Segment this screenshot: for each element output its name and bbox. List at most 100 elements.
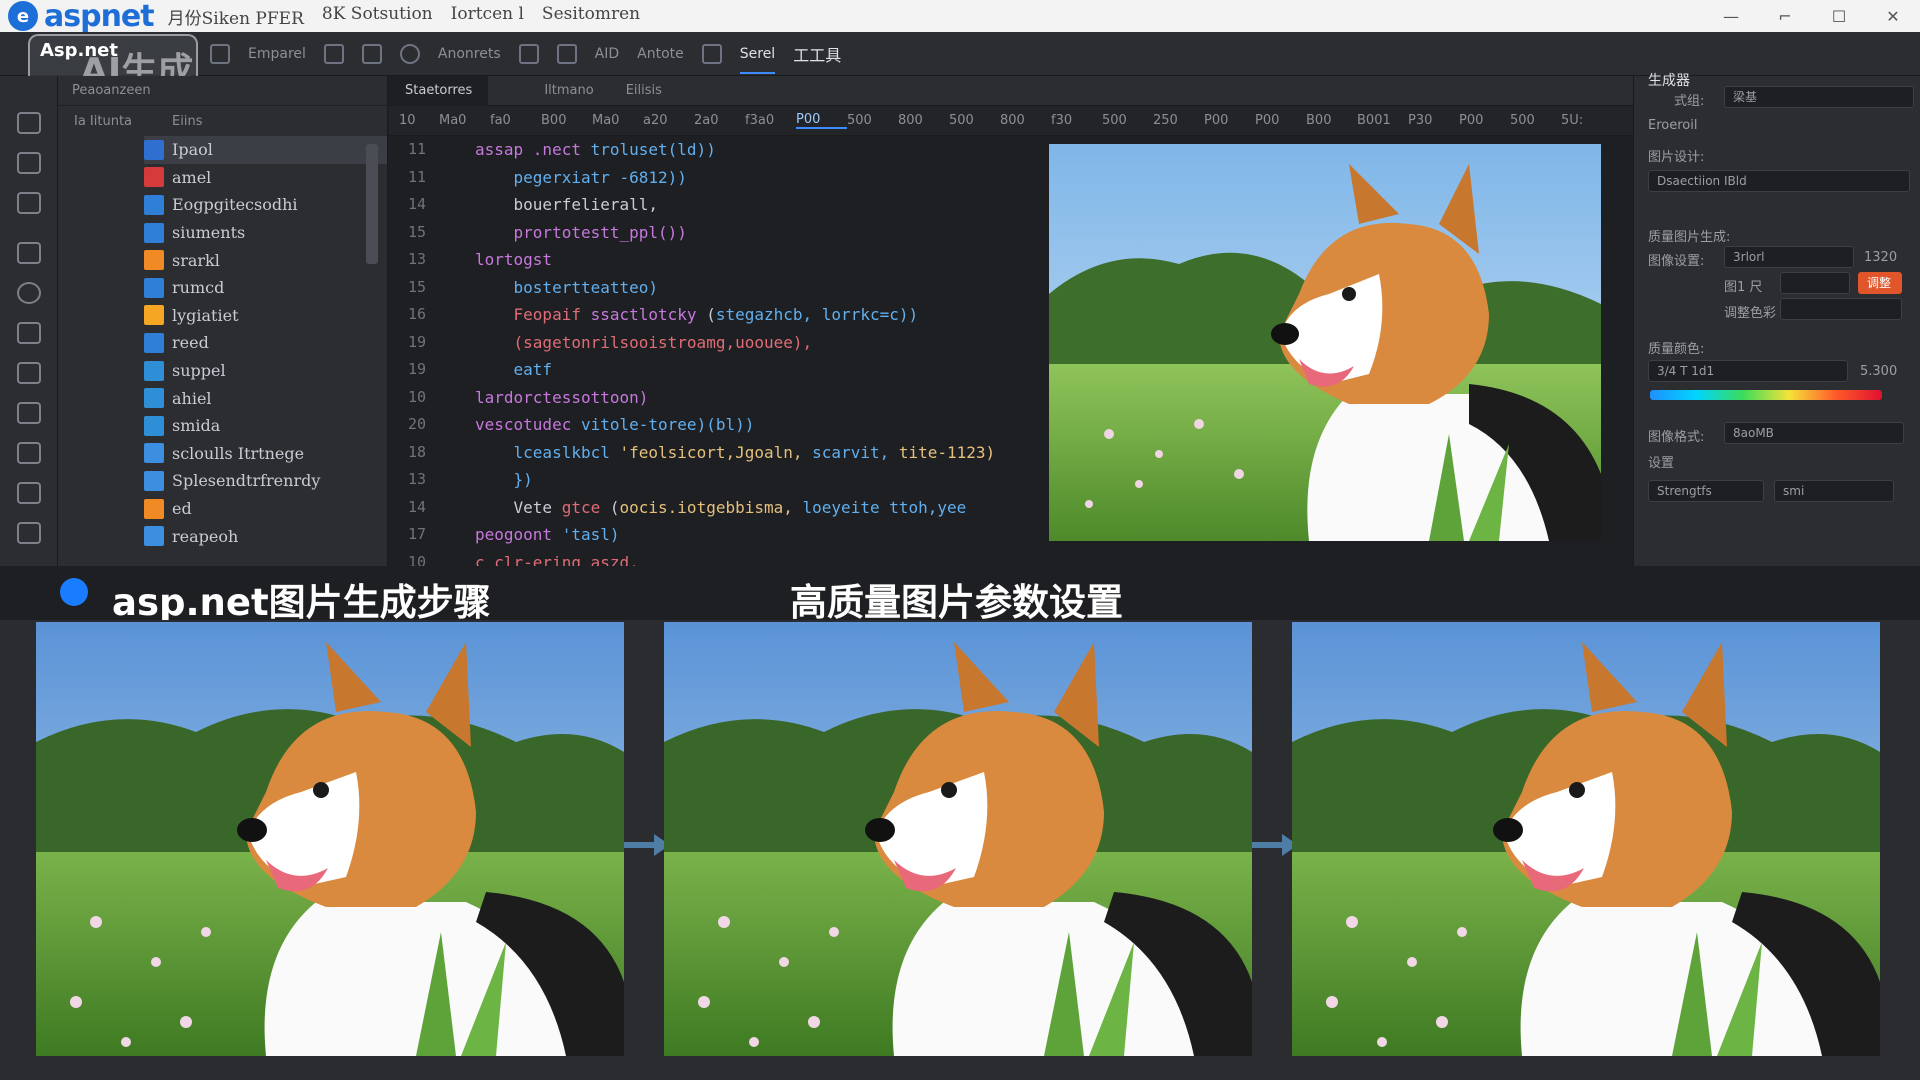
tree-item[interactable]: suppel: [144, 357, 387, 385]
files-icon[interactable]: [17, 112, 41, 134]
format-select[interactable]: 8aoMB: [1724, 422, 1904, 444]
line-number: 13: [407, 470, 427, 488]
tree-item[interactable]: lygiatiet: [144, 302, 387, 330]
style-select[interactable]: 梁基: [1724, 86, 1914, 108]
panel-icon[interactable]: [518, 43, 539, 64]
tree-item[interactable]: ed: [144, 495, 387, 523]
code-line[interactable]: Feopaif ssactlotcky (stegazhcb, lorrkc=c…: [475, 301, 1075, 329]
code-line[interactable]: Vete gtce (oocis.iotgebbisma, loeyeite t…: [475, 494, 1075, 522]
code-line[interactable]: }): [475, 466, 1075, 494]
toolbar-tab-active[interactable]: Serel: [739, 46, 776, 74]
tree-item[interactable]: siuments: [144, 219, 387, 247]
chart-icon[interactable]: [17, 482, 41, 504]
tree-item[interactable]: Splesendtrfrenrdy: [144, 467, 387, 495]
line-number: 18: [407, 442, 427, 461]
ruler-tick: B00: [1306, 113, 1332, 128]
color-gradient-slider[interactable]: [1650, 390, 1882, 400]
file-icon: [144, 470, 164, 491]
menu-item[interactable]: 8K Sotsution: [322, 4, 433, 29]
minimize-button[interactable]: —: [1704, 0, 1758, 32]
res-field[interactable]: 3rlorl: [1724, 246, 1854, 268]
ruler-tick: 2a0: [694, 113, 719, 128]
code-line[interactable]: bostertteatteo): [475, 274, 1075, 302]
image-icon[interactable]: [17, 442, 41, 464]
tree-item[interactable]: Ipaol: [144, 136, 387, 164]
tree-item-label: smida: [172, 416, 221, 436]
window-icon[interactable]: [556, 43, 577, 64]
settings-icon[interactable]: [361, 43, 382, 64]
code-token: prortotestt_ppl()): [475, 222, 687, 242]
ratio-field[interactable]: [1780, 272, 1850, 294]
color-field[interactable]: 3/4 T 1d1: [1648, 360, 1848, 382]
code-line[interactable]: vescotudec vitole-toree)(bl)): [475, 411, 1075, 439]
grid-icon[interactable]: [210, 43, 230, 64]
tree-item[interactable]: smida: [144, 412, 387, 440]
folder-icon[interactable]: [17, 152, 41, 174]
toggle-field[interactable]: smi: [1774, 480, 1894, 502]
brush-icon[interactable]: [17, 402, 41, 424]
editor-tab[interactable]: Iltmano: [528, 76, 609, 106]
code-token: lardorctessottoon): [475, 387, 649, 407]
tree-item[interactable]: Eogpgitecsodhi: [144, 191, 387, 219]
code-line[interactable]: assap .nect troluset(ld)): [475, 136, 1075, 164]
toolbar-item[interactable]: Antote: [637, 46, 684, 62]
menu-item[interactable]: Iortcen l: [451, 4, 524, 29]
file-explorer: Peaoanzeen Ia Iitunta Eiins Ipaol amel Eog…: [58, 76, 388, 566]
adjust-button[interactable]: 调整: [1858, 272, 1902, 294]
mode-select[interactable]: Dsaectiion IBld: [1648, 170, 1910, 192]
monitor-icon[interactable]: [17, 242, 41, 264]
editor-tab[interactable]: Eilisis: [610, 76, 678, 106]
code-lines[interactable]: assap .nect troluset(ld)) pegerxiatr -68…: [475, 136, 1075, 576]
title-menu: 月份Siken PFER 8K Sotsution Iortcen l Sesi…: [168, 4, 641, 29]
line-gutter: 11 11 14 15 13 15 16 19 19 10 20 18 13 14 17 10: [389, 136, 445, 576]
code-line[interactable]: lardorctessottoon): [475, 384, 1075, 412]
editor-tab[interactable]: Staetorres: [389, 75, 489, 106]
maximize-button[interactable]: ☐: [1812, 0, 1866, 32]
tree-item[interactable]: scloulls Itrtnege: [144, 440, 387, 468]
blend-label: 调整色彩: [1724, 306, 1777, 321]
tree-item[interactable]: rumcd: [144, 274, 387, 302]
close-button[interactable]: ✕: [1866, 0, 1920, 32]
tree-item[interactable]: srarkl: [144, 246, 387, 274]
search-icon[interactable]: [701, 43, 722, 64]
toolbar-item[interactable]: AID: [595, 46, 620, 62]
menu-item[interactable]: Sesitomren: [542, 4, 640, 29]
restore-button[interactable]: ⌐: [1758, 0, 1812, 32]
toolbar-item[interactable]: Emparel: [248, 46, 306, 62]
code-token: scarvit,: [802, 442, 899, 462]
ruler-tick: fa0: [490, 113, 511, 128]
tree-item-label: Eogpgitecsodhi: [172, 195, 298, 215]
clock-icon[interactable]: [399, 43, 420, 64]
code-line[interactable]: peogoont 'tasl): [475, 521, 1075, 549]
menu-item[interactable]: 月份Siken PFER: [168, 4, 304, 29]
toolbar-item[interactable]: Anonrets: [438, 46, 501, 62]
section-heading-center: 高质量图片参数设置: [790, 581, 1123, 624]
blend-field[interactable]: [1780, 298, 1902, 320]
search-icon[interactable]: [17, 282, 41, 304]
code-line[interactable]: eatf: [475, 356, 1075, 384]
code-token: gtce: [561, 497, 601, 517]
layout-icon[interactable]: [323, 43, 344, 64]
toolbar-tools[interactable]: 工工具: [793, 42, 841, 66]
line-number: 19: [407, 360, 427, 378]
tree-item[interactable]: amel: [144, 164, 387, 192]
code-line[interactable]: pegerxiatr -6812)): [475, 164, 1075, 192]
pen-icon[interactable]: [17, 322, 41, 344]
code-line[interactable]: prortotestt_ppl()): [475, 219, 1075, 247]
code-line[interactable]: lortogst: [475, 246, 1075, 274]
document-icon[interactable]: [17, 362, 41, 384]
comment-icon[interactable]: [17, 522, 41, 544]
code-token: (sagetonrilsooistroamg,uoouee),: [475, 332, 813, 352]
tree-item[interactable]: reed: [144, 329, 387, 357]
explorer-sub-right[interactable]: Eiins: [172, 114, 202, 129]
strength-field[interactable]: Strengtfs: [1648, 480, 1764, 502]
code-token: vitole-toree)(bl)): [580, 415, 755, 434]
explorer-sub-left[interactable]: Ia Iitunta: [74, 114, 132, 129]
tree-item[interactable]: reapeoh: [144, 522, 387, 550]
explorer-scrollbar[interactable]: [366, 144, 378, 264]
code-line[interactable]: lceaslkbcl 'feolsicort,Jgoaln, scarvit, …: [475, 439, 1075, 467]
layers-icon[interactable]: [17, 192, 41, 214]
code-line[interactable]: bouerfelierall,: [475, 191, 1075, 219]
tree-item[interactable]: ahiel: [144, 384, 387, 412]
code-line[interactable]: (sagetonrilsooistroamg,uoouee),: [475, 329, 1075, 357]
